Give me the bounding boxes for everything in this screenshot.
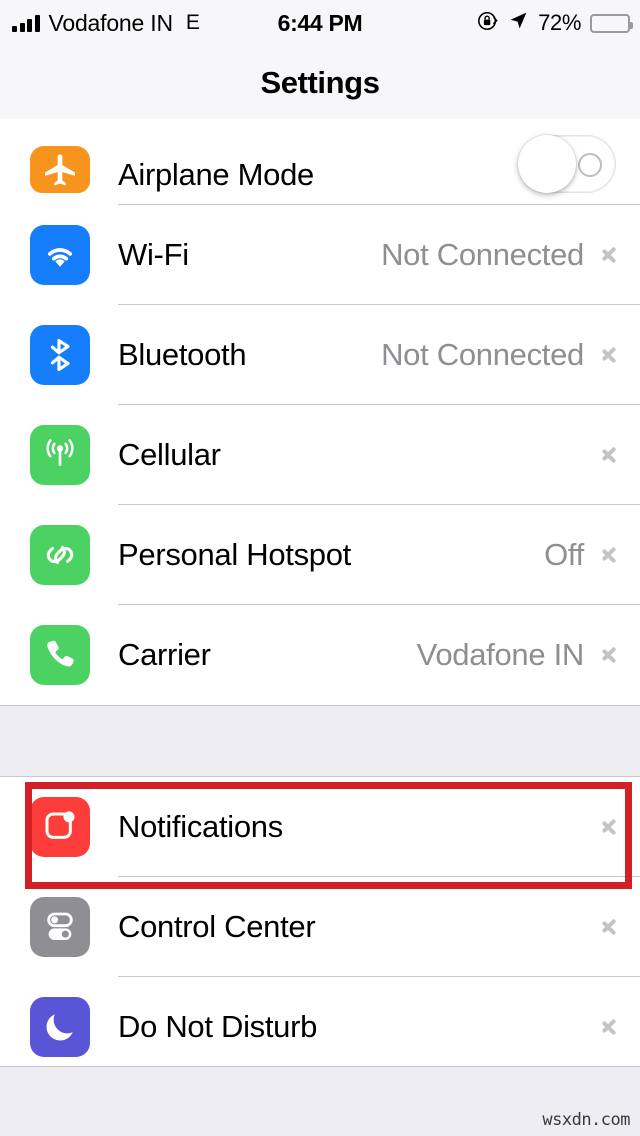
settings-row-cellular[interactable]: Cellular	[0, 405, 640, 505]
moon-icon	[30, 997, 90, 1057]
iphone-settings-screen: Vodafone IN E 6:44 PM 72% Settings Airpl…	[0, 0, 640, 1136]
rotation-lock-icon	[477, 10, 499, 37]
battery-icon	[590, 13, 633, 33]
chevron-right-icon	[602, 341, 618, 369]
settings-row-personal-hotspot[interactable]: Personal Hotspot Off	[0, 505, 640, 605]
settings-row-label: Wi-Fi	[118, 237, 189, 272]
hotspot-icon	[30, 525, 90, 585]
settings-row-value: Not Connected	[381, 337, 584, 372]
settings-group-connectivity: Airplane Mode Wi-Fi Not Connected Blueto…	[0, 119, 640, 705]
location-arrow-icon	[508, 10, 529, 36]
chevron-right-icon	[602, 241, 618, 269]
settings-row-label: Personal Hotspot	[118, 537, 351, 572]
airplane-mode-toggle[interactable]	[518, 135, 616, 193]
settings-row-label: Bluetooth	[118, 337, 247, 372]
settings-row-label: Notifications	[118, 809, 283, 844]
settings-row-label: Do Not Disturb	[118, 1009, 318, 1044]
chevron-right-icon	[602, 813, 618, 841]
section-gap	[0, 705, 640, 777]
battery-percent-label: 72%	[538, 10, 581, 35]
chevron-right-icon	[602, 441, 618, 469]
settings-row-carrier[interactable]: Carrier Vodafone IN	[0, 605, 640, 705]
settings-row-value: Vodafone IN	[416, 637, 585, 672]
status-bar: Vodafone IN E 6:44 PM 72%	[0, 0, 640, 46]
wifi-icon	[30, 225, 90, 285]
page-title: Settings	[260, 64, 380, 100]
cellular-icon	[30, 425, 90, 485]
settings-row-do-not-disturb[interactable]: Do Not Disturb	[0, 977, 640, 1077]
settings-row-wifi[interactable]: Wi-Fi Not Connected	[0, 205, 640, 305]
settings-row-label: Airplane Mode	[118, 157, 314, 192]
chevron-right-icon	[602, 913, 618, 941]
chevron-right-icon	[602, 541, 618, 569]
settings-group-system: Notifications Control Center Do Not Dist…	[0, 777, 640, 1077]
settings-row-value: Not Connected	[381, 237, 584, 272]
control-center-icon	[30, 897, 90, 957]
airplane-icon	[30, 146, 90, 193]
watermark-label: wsxdn.com	[542, 1110, 630, 1130]
settings-row-label: Carrier	[118, 637, 211, 672]
settings-row-airplane-mode[interactable]: Airplane Mode	[0, 119, 640, 205]
chevron-right-icon	[602, 1013, 618, 1041]
settings-row-value: Off	[544, 537, 584, 572]
chevron-right-icon	[602, 641, 618, 669]
page-footer: wsxdn.com	[0, 1066, 640, 1136]
settings-row-notifications[interactable]: Notifications	[0, 777, 640, 877]
toggle-knob	[518, 135, 576, 193]
settings-row-label: Control Center	[118, 909, 316, 944]
navigation-bar: Settings	[0, 46, 640, 119]
settings-row-bluetooth[interactable]: Bluetooth Not Connected	[0, 305, 640, 405]
status-bar-right: 72%	[477, 10, 633, 37]
settings-row-label: Cellular	[118, 437, 221, 472]
bluetooth-icon	[30, 325, 90, 385]
phone-icon	[30, 625, 90, 685]
notifications-icon	[30, 797, 90, 857]
settings-row-control-center[interactable]: Control Center	[0, 877, 640, 977]
toggle-off-ring	[578, 153, 602, 177]
